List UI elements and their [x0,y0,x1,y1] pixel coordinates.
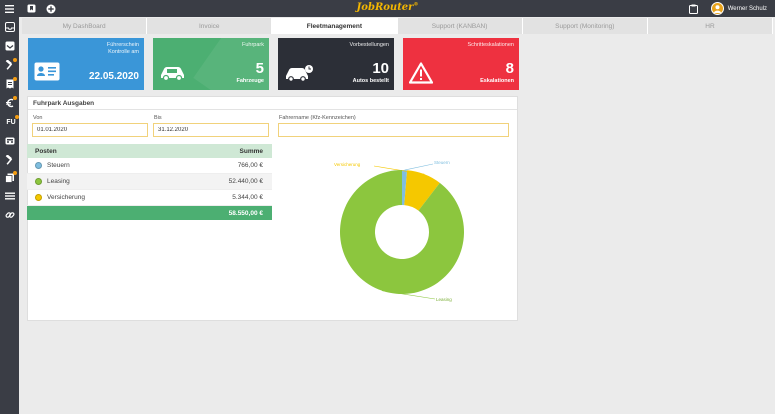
kpi-label: Fuhrpark [241,42,264,48]
clipboard-icon[interactable] [688,3,699,14]
bis-label: Bis [154,115,162,121]
sidebar-item-documents[interactable] [4,171,17,184]
kpi-card-fleet[interactable]: Fuhrpark 5 Fahrzeuge [153,38,269,90]
kpi-card-preorders[interactable]: Vorbestellungen 10 Autos bestellt [278,38,394,90]
bis-date-field[interactable] [153,123,269,137]
sidebar-item-finance[interactable] [4,96,17,109]
divider [28,109,517,110]
link-icon [5,212,15,218]
sidebar-item-list[interactable] [4,190,16,202]
tab-bar: My DashBoard Invoice Fleetmanagement Sup… [22,18,774,34]
label-leader-steuern [404,163,434,171]
row-value: 5.344,00 € [232,194,263,201]
hammer-icon [5,155,13,165]
notification-dot [13,77,17,81]
expenses-table: Posten Summe Steuern 766,00 € Leasing 52… [27,144,272,220]
notification-dot [13,171,17,175]
total-value: 58.550,00 € [228,209,263,217]
brand-registered-mark: ® [413,2,419,8]
user-name[interactable]: Werner Schulz [728,6,767,12]
kpi-sub: Fahrzeuge [236,78,264,84]
warning-icon [409,62,433,84]
column-header-summe[interactable]: Summe [182,148,272,155]
sidebar-item-inbox-active[interactable] [4,40,16,52]
notification-dot [15,115,19,119]
expenses-donut-chart: Steuern Versicherung Leasing [334,160,464,302]
kpi-card-escalations[interactable]: Schritteskalationen 8 Eskalationen [403,38,519,90]
kpi-label: Vorbestellungen [349,42,389,48]
user-menu[interactable]: Werner Schulz [710,1,767,16]
kpi-card-license-check[interactable]: Führerschein Kontrolle am 22.05.2020 [28,38,144,90]
sidebar-item-tools[interactable] [4,58,17,71]
car-clock-icon [286,65,313,82]
tab-my-dashboard[interactable]: My DashBoard [22,18,148,34]
sidebar: FU [0,17,19,414]
bookmark-icon[interactable] [26,3,37,14]
car-icon [5,137,15,145]
table-row[interactable]: Versicherung 5.344,00 € [27,190,272,206]
notification-dot [13,58,17,62]
table-row[interactable]: Leasing 52.440,00 € [27,174,272,190]
avatar[interactable] [710,2,724,15]
id-card-icon [34,62,60,81]
tab-hr[interactable]: HR [647,18,774,34]
sidebar-item-car[interactable] [4,135,16,147]
add-icon[interactable] [45,3,56,14]
row-label: Versicherung [47,194,85,201]
kpi-sub: Autos bestellt [352,78,389,84]
legend-swatch-leasing [35,178,42,185]
table-row[interactable]: Steuern 766,00 € [27,158,272,174]
row-value: 766,00 € [237,162,263,169]
data-label-steuern: Steuern [434,160,450,165]
sidebar-item-links[interactable] [4,209,16,221]
hamburger-menu-icon[interactable] [4,3,15,14]
sidebar-item-fu[interactable]: FU [4,115,19,128]
von-date-field[interactable] [32,123,148,137]
legend-swatch-steuern [35,162,42,169]
inbox-tray-icon [5,41,15,51]
table-header: Posten Summe [27,144,272,158]
tab-support-monitoring[interactable]: Support (Monitoring) [522,18,648,34]
sidebar-item-fu-label: FU [6,118,16,126]
row-label: Leasing [47,178,70,185]
tab-support-kanban[interactable]: Support (KANBAN) [397,18,523,34]
kpi-value: 8 [505,60,514,77]
panel-title: Fuhrpark Ausgaben [33,100,95,107]
notification-dot [13,96,17,100]
column-header-posten[interactable]: Posten [27,148,182,155]
sidebar-item-inbox[interactable] [4,21,16,33]
tab-invoice[interactable]: Invoice [147,18,273,34]
kpi-value: 5 [255,60,264,77]
legend-swatch-versicherung [35,194,42,201]
von-label: Von [33,115,43,121]
kpi-sub: Eskalationen [480,78,514,84]
kpi-label: Schritteskalationen [467,42,514,48]
brand-logo: JobRouter® [356,2,419,14]
inbox-icon [5,22,15,32]
data-label-leasing: Leasing [436,297,452,302]
row-value: 52.440,00 € [228,178,263,185]
car-icon [161,67,184,81]
kpi-value: 22.05.2020 [88,71,139,82]
tab-fleetmanagement[interactable]: Fleetmanagement [272,18,398,34]
row-label: Steuern [47,162,70,169]
kpi-value: 10 [372,60,389,77]
sidebar-item-admin[interactable] [4,154,16,166]
data-label-versicherung: Versicherung [334,162,361,167]
top-bar: JobRouter® Werner Schulz [0,0,775,17]
kpi-label: Führerschein Kontrolle am [106,42,139,55]
driver-label: Fahrername (Kfz-Kennzeichen) [279,115,356,121]
table-total-row: 58.550,00 € [27,206,272,220]
sidebar-item-receipt[interactable] [4,77,17,90]
list-icon [5,192,15,200]
driver-field[interactable] [278,123,509,137]
donut-slice-leasing[interactable] [340,170,464,294]
